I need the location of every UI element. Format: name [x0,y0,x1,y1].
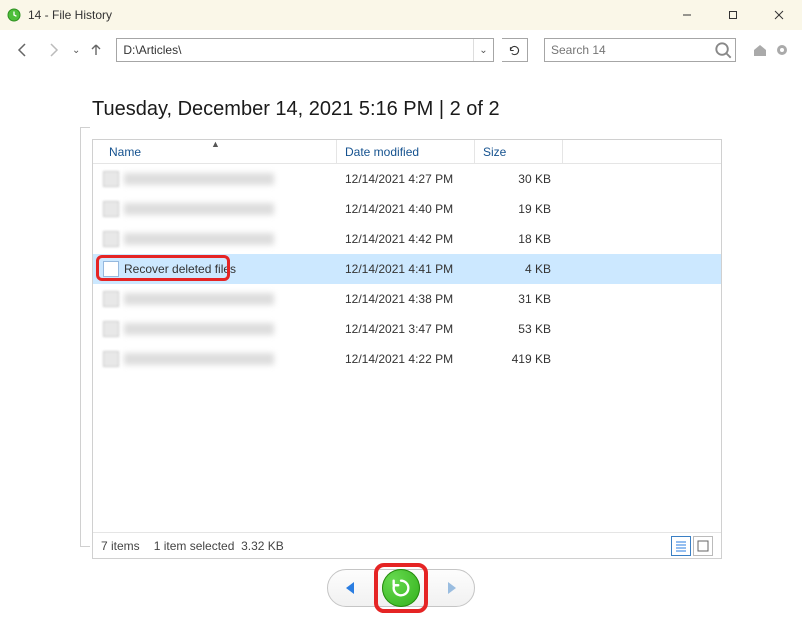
window-title: 14 - File History [28,8,664,22]
file-name-text: Recover deleted files [124,262,236,276]
file-name-cell [93,291,337,307]
size-cell: 4 KB [475,262,563,276]
file-name-cell [93,351,337,367]
prev-version-peek [80,127,90,547]
redacted-name [124,233,274,245]
home-icon[interactable] [752,42,768,58]
maximize-button[interactable] [710,0,756,30]
details-view-button[interactable] [671,536,691,556]
file-icon [103,201,119,217]
search-input[interactable] [545,43,712,57]
redacted-name [124,353,274,365]
sort-indicator-icon: ▲ [211,139,220,149]
date-cell: 12/14/2021 4:40 PM [337,202,475,216]
date-cell: 12/14/2021 4:22 PM [337,352,475,366]
control-pill [327,569,475,607]
date-cell: 12/14/2021 4:38 PM [337,292,475,306]
thumbnails-view-button[interactable] [693,536,713,556]
table-row[interactable]: 12/14/2021 4:22 PM419 KB [93,344,721,374]
file-icon [103,291,119,307]
column-header-size[interactable]: Size [475,140,563,163]
file-icon [103,321,119,337]
redacted-name [124,323,274,335]
file-name-cell [93,321,337,337]
redacted-name [124,203,274,215]
file-name-cell: Recover deleted files [93,261,337,277]
status-item-count: 7 items [101,539,140,553]
size-cell: 31 KB [475,292,563,306]
forward-button[interactable] [42,39,64,61]
title-bar: 14 - File History [0,0,802,30]
status-selected: 1 item selected 3.32 KB [154,539,284,553]
address-dropdown-icon[interactable]: ⌄ [473,39,493,61]
file-history-icon [6,7,22,23]
file-icon [103,351,119,367]
history-dropdown-icon[interactable]: ⌄ [72,45,80,56]
date-cell: 12/14/2021 4:41 PM [337,262,475,276]
table-row[interactable]: 12/14/2021 4:38 PM31 KB [93,284,721,314]
close-button[interactable] [756,0,802,30]
size-cell: 30 KB [475,172,563,186]
table-row[interactable]: Recover deleted files 12/14/2021 4:41 PM4… [93,254,721,284]
version-heading: Tuesday, December 14, 2021 5:16 PM | 2 o… [0,70,802,139]
size-cell: 419 KB [475,352,563,366]
previous-version-button[interactable] [340,579,358,597]
back-button[interactable] [12,39,34,61]
minimize-button[interactable] [664,0,710,30]
date-cell: 12/14/2021 3:47 PM [337,322,475,336]
file-icon [103,231,119,247]
navigation-controls [0,559,802,607]
table-row[interactable]: 12/14/2021 4:40 PM19 KB [93,194,721,224]
next-version-button[interactable] [444,579,462,597]
date-cell: 12/14/2021 4:27 PM [337,172,475,186]
refresh-button[interactable] [502,38,528,62]
search-icon[interactable] [712,39,735,61]
size-cell: 18 KB [475,232,563,246]
table-row[interactable]: 12/14/2021 4:42 PM18 KB [93,224,721,254]
file-rows: 12/14/2021 4:27 PM30 KB12/14/2021 4:40 P… [93,164,721,532]
address-text: D:\Articles\ [117,43,473,57]
file-name-cell [93,201,337,217]
table-row[interactable]: 12/14/2021 4:27 PM30 KB [93,164,721,194]
status-bar: 7 items 1 item selected 3.32 KB [93,532,721,558]
file-name-cell [93,171,337,187]
restore-highlight-box [374,563,428,613]
size-cell: 53 KB [475,322,563,336]
search-box[interactable] [544,38,736,62]
column-header-date[interactable]: Date modified [337,140,475,163]
date-cell: 12/14/2021 4:42 PM [337,232,475,246]
toolbar-right-icons [752,42,790,58]
redacted-name [124,173,274,185]
column-headers: ▲ Name Date modified Size [93,140,721,164]
file-icon [103,171,119,187]
file-icon [103,261,119,277]
gear-icon[interactable] [774,42,790,58]
file-list-panel: ▲ Name Date modified Size 12/14/2021 4:2… [92,139,722,559]
redacted-name [124,293,274,305]
table-row[interactable]: 12/14/2021 3:47 PM53 KB [93,314,721,344]
address-bar[interactable]: D:\Articles\ ⌄ [116,38,494,62]
size-cell: 19 KB [475,202,563,216]
up-button[interactable] [88,42,104,58]
toolbar: ⌄ D:\Articles\ ⌄ [0,30,802,70]
file-name-cell [93,231,337,247]
